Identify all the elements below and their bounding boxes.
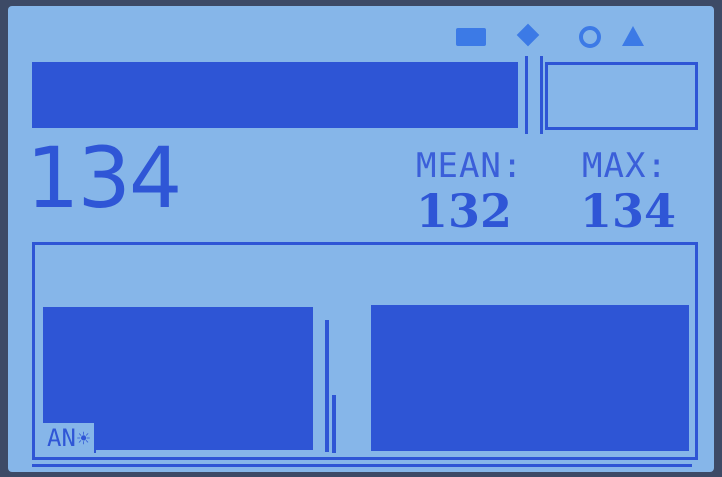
- mode-indicator: AN☀: [43, 421, 97, 453]
- triangle-icon: [622, 26, 644, 46]
- ring-icon: [579, 26, 601, 48]
- channel-panel: AN☀: [32, 242, 698, 460]
- diamond-icon: [516, 23, 540, 47]
- level-bar: [32, 56, 698, 134]
- level-bar-fill: [32, 62, 518, 128]
- battery-icon: [456, 28, 486, 46]
- lcd-screen: 134 MEAN: MAX: 132 134 AN☀: [8, 6, 714, 472]
- max-value: 134: [580, 184, 677, 238]
- level-bar-marker: [525, 56, 543, 134]
- baseline-divider: [32, 464, 692, 467]
- channel-a-tail-secondary: [332, 395, 336, 453]
- level-bar-remaining: [545, 62, 698, 130]
- mean-value: 132: [416, 184, 513, 238]
- channel-b-bar: [371, 305, 689, 451]
- sun-icon: ☀: [76, 427, 91, 452]
- max-label: MAX:: [582, 146, 668, 186]
- mean-label: MEAN:: [416, 146, 524, 186]
- channel-a-tail: [325, 320, 329, 452]
- current-value: 134: [26, 129, 182, 227]
- mode-label: AN: [47, 424, 76, 452]
